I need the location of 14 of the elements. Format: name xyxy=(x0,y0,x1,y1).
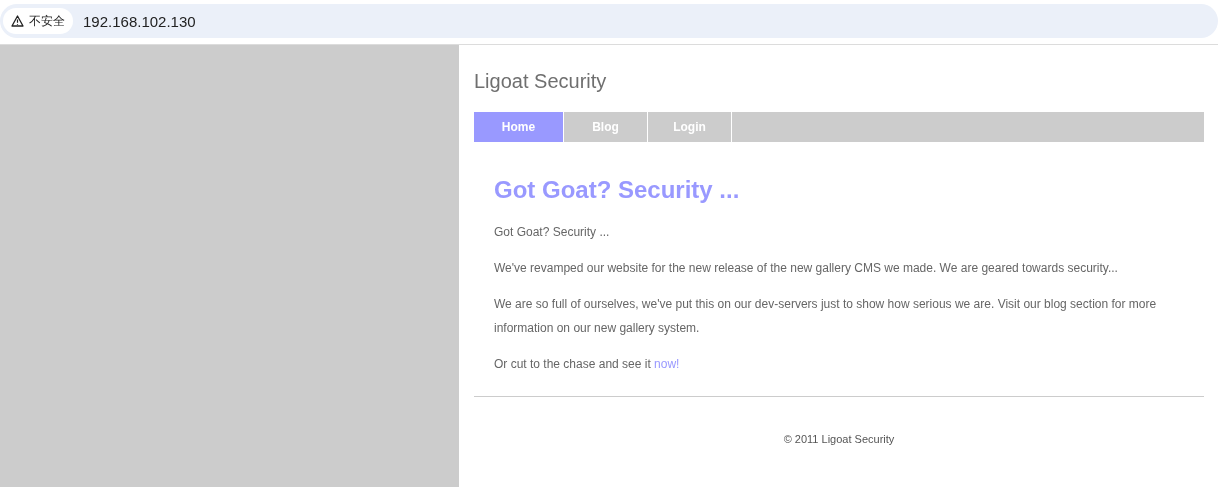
security-label: 不安全 xyxy=(29,12,65,30)
paragraph: We are so full of ourselves, we've put this on our dev-servers just to show how serious we are. Visit our blog section for more information on our new gallery system. xyxy=(494,296,1158,337)
security-chip[interactable]: 不安全 xyxy=(3,8,73,34)
footer-text: © 2011 Ligoat Security xyxy=(782,433,896,445)
paragraph: Got Goat? Security ... xyxy=(494,224,611,241)
nav-tab[interactable]: Home xyxy=(474,112,564,142)
site-title: Ligoat Security xyxy=(474,70,608,92)
url-text: 192.168.102.130 xyxy=(83,12,196,30)
page-heading: Got Goat? Security ... xyxy=(494,175,741,205)
now-link[interactable]: now! xyxy=(654,357,680,371)
paragraph: We've revamped our website for the new release of the new gallery CMS we made. We are geared towards security... xyxy=(494,260,1119,277)
paragraph: Or cut to the chase and see it now! xyxy=(494,356,681,373)
address-bar[interactable]: 不安全 192.168.102.130 xyxy=(0,4,1218,38)
warning-icon xyxy=(11,15,24,27)
